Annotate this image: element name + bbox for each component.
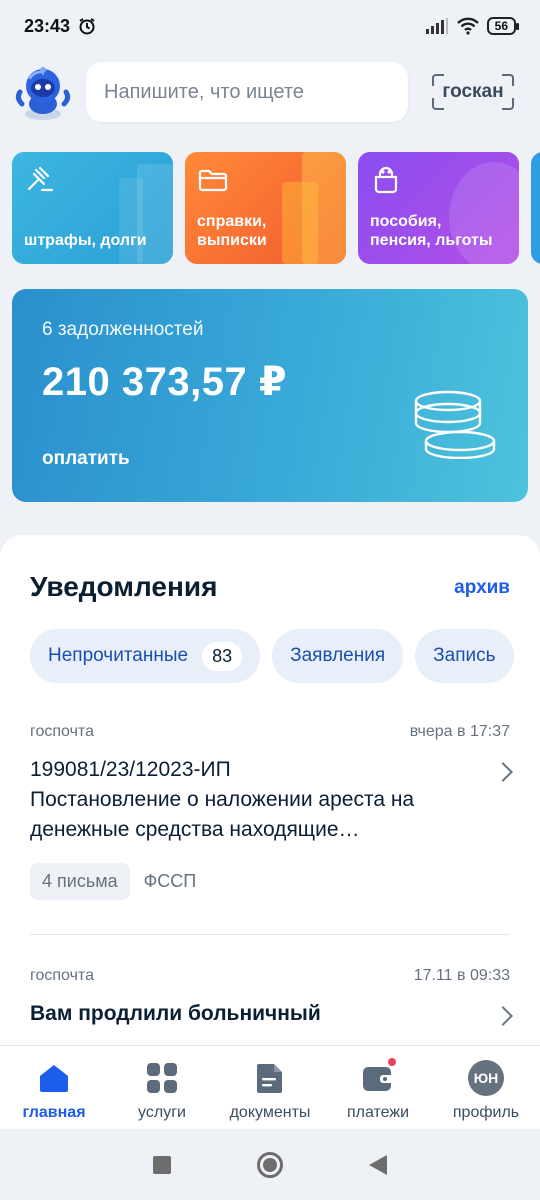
- category-label: справки, выписки: [197, 213, 267, 249]
- category-label: штрафы, долги: [24, 232, 147, 249]
- filter-label: Непрочитанные: [48, 645, 189, 666]
- category-label: пособия, пенсия, льготы: [370, 213, 493, 249]
- folder-icon: [198, 169, 228, 192]
- notification-item[interactable]: госпочта 17.11 в 09:33 Вам продлили боль…: [30, 967, 513, 1029]
- home-icon: [40, 1065, 68, 1092]
- back-icon[interactable]: [369, 1154, 387, 1175]
- bottom-navigation: главная услуги документы платежи ЮН проф…: [0, 1045, 540, 1129]
- debt-card[interactable]: 6 задолженностей 210 373,57 ₽ оплатить: [12, 289, 528, 502]
- archive-link[interactable]: архив: [454, 577, 510, 599]
- notification-org: ФССП: [143, 871, 197, 891]
- document-icon: [257, 1064, 282, 1093]
- notification-source: госпочта: [30, 723, 94, 740]
- filter-chips: Непрочитанные 83 Заявления Запись: [30, 629, 514, 683]
- search-field[interactable]: [86, 62, 408, 122]
- home-button-icon[interactable]: [257, 1151, 283, 1178]
- notification-source: госпочта: [30, 967, 94, 984]
- nav-home[interactable]: главная: [0, 1046, 108, 1129]
- filter-appointments[interactable]: Запись: [415, 629, 514, 683]
- goscan-label: госкан: [442, 81, 504, 102]
- recent-apps-icon[interactable]: [153, 1155, 171, 1174]
- unread-count-badge: 83: [202, 641, 243, 671]
- nav-documents[interactable]: документы: [216, 1046, 324, 1129]
- search-input[interactable]: [104, 80, 390, 104]
- filter-label: Заявления: [290, 645, 386, 666]
- filter-applications[interactable]: Заявления: [272, 629, 404, 683]
- letters-count-tag: 4 письма: [30, 863, 130, 900]
- nav-label: профиль: [452, 1104, 520, 1121]
- notifications-sheet: Уведомления архив Непрочитанные 83 Заявл…: [0, 535, 540, 1045]
- search-row: госкан: [14, 62, 526, 122]
- status-time: 23:43: [24, 15, 71, 36]
- battery-icon: 56: [486, 17, 520, 35]
- nav-label: услуги: [138, 1104, 186, 1121]
- robot-assistant-icon[interactable]: [14, 62, 72, 122]
- wallet-icon: [374, 166, 398, 194]
- category-cards: штрафы, долги справки, выписки пособия, …: [12, 152, 540, 266]
- signal-icon: [425, 18, 448, 34]
- notification-title: Вам продлили больничный: [30, 1002, 321, 1025]
- avatar: ЮН: [468, 1060, 504, 1096]
- notification-item[interactable]: госпочта вчера в 17:37 199081/23/12023-И…: [30, 723, 513, 900]
- filter-unread[interactable]: Непрочитанные 83: [30, 629, 261, 683]
- debt-count: 6 задолженностей: [42, 319, 204, 340]
- filter-label: Запись: [433, 645, 496, 666]
- nav-label: платежи: [346, 1104, 410, 1121]
- nav-services[interactable]: услуги: [108, 1046, 216, 1129]
- coins-icon: [414, 390, 496, 459]
- notifications-title: Уведомления: [30, 571, 218, 602]
- status-bar: 23:43 56: [0, 0, 540, 52]
- category-certificates-card[interactable]: справки, выписки: [185, 152, 346, 264]
- notification-time: 17.11 в 09:33: [413, 967, 510, 984]
- gavel-icon: [27, 166, 54, 192]
- nav-payments[interactable]: платежи: [324, 1046, 432, 1129]
- nav-profile[interactable]: ЮН профиль: [432, 1046, 540, 1129]
- notification-dot: [386, 1056, 398, 1068]
- nav-label: документы: [229, 1104, 311, 1121]
- pay-button[interactable]: оплатить: [42, 448, 130, 470]
- wifi-icon: [456, 17, 479, 35]
- category-fines-card[interactable]: штрафы, долги: [12, 152, 173, 264]
- category-benefits-card[interactable]: пособия, пенсия, льготы: [358, 152, 519, 264]
- notification-time: вчера в 17:37: [409, 723, 510, 740]
- nav-label: главная: [22, 1104, 86, 1121]
- system-navigation-bar: [0, 1129, 540, 1200]
- divider: [30, 934, 510, 935]
- goscan-button[interactable]: госкан: [432, 74, 514, 110]
- alarm-icon: [79, 18, 95, 35]
- category-next-card[interactable]: [531, 152, 540, 264]
- grid-icon: [147, 1063, 177, 1093]
- notification-title: 199081/23/12023-ИП Постановление о налож…: [30, 758, 415, 841]
